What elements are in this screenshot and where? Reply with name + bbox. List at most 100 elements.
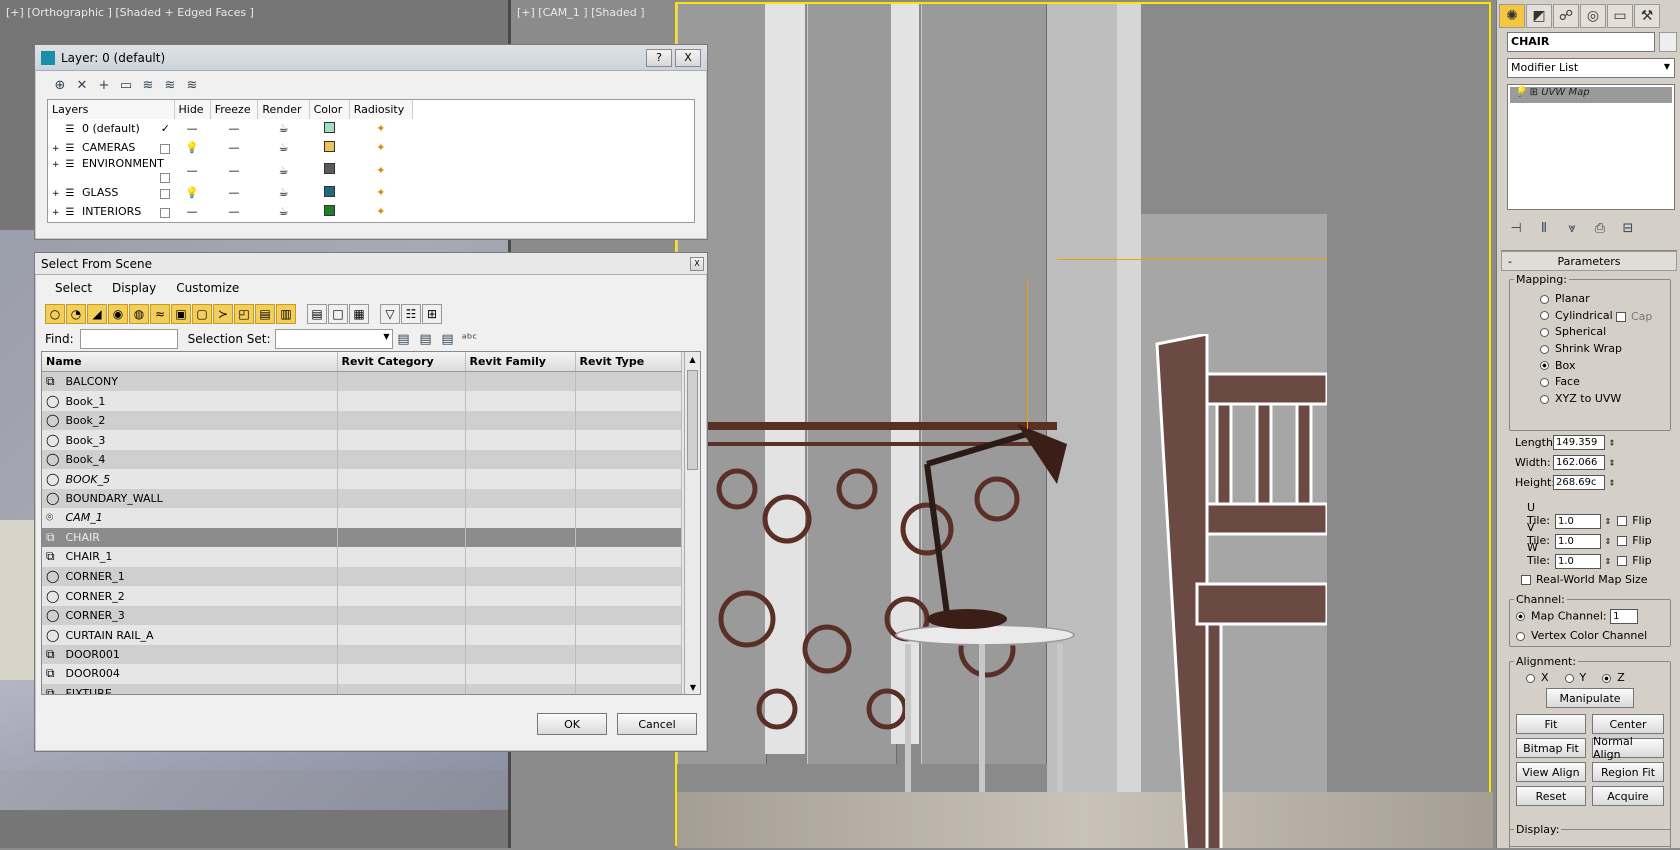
spinner-arrows-icon[interactable]: ⇕	[1605, 557, 1612, 566]
object-name-cell[interactable]: ⧉ DOOR004	[42, 664, 338, 684]
freeze-toggle[interactable]: —	[210, 202, 258, 221]
length-spinner[interactable]: 149.359	[1553, 435, 1605, 450]
object-row[interactable]: ◯ Book_4	[42, 449, 682, 469]
object-name-cell[interactable]: ◯ Book_2	[42, 410, 338, 430]
mapping-radio[interactable]	[1540, 311, 1549, 321]
active-layer-check[interactable]	[160, 208, 170, 218]
hide-toggle[interactable]: —	[174, 119, 210, 138]
layer-name-cell[interactable]: ☰ 0 (default) ✓	[48, 119, 174, 138]
hierarchy-icon[interactable]: ☷	[401, 304, 421, 324]
col-render[interactable]: Render	[257, 100, 310, 119]
object-row[interactable]: ⧉ BALCONY	[42, 371, 682, 391]
hide-toggle[interactable]: —	[174, 157, 210, 183]
realworld-checkbox[interactable]: Real-World Map Size	[1521, 573, 1648, 586]
layer-color-swatch[interactable]	[309, 202, 349, 221]
col-radiosity[interactable]: Radiosity	[349, 100, 414, 119]
map-channel-spinner[interactable]: 1	[1610, 609, 1639, 624]
layer-list[interactable]: Layers Hide Freeze Render Color Radiosit…	[47, 99, 695, 223]
hierarchy-tab-icon[interactable]: ☍	[1553, 4, 1579, 28]
object-name-cell[interactable]: ◯ CORNER_2	[42, 586, 338, 606]
hide-toggle[interactable]: —	[174, 202, 210, 221]
select-objects-icon[interactable]: ▭	[115, 74, 137, 96]
col-name[interactable]: Name	[42, 352, 338, 372]
mapping-option-planar[interactable]: Planar	[1540, 292, 1622, 309]
vertex-color-radio[interactable]	[1516, 631, 1525, 641]
object-row[interactable]: ◯ CORNER_1	[42, 566, 682, 586]
acquire-button[interactable]: Acquire	[1592, 786, 1664, 806]
object-name-cell[interactable]: ◯ CORNER_3	[42, 605, 338, 625]
object-name-field[interactable]: CHAIR	[1507, 32, 1655, 52]
layer-name-cell[interactable]: + ☰ GLASS	[48, 183, 174, 202]
layer-name-cell[interactable]: + ☰ INTERIORS	[48, 202, 174, 221]
configure-modifier-sets-icon[interactable]: ⊟	[1617, 217, 1639, 239]
spinner-arrows-icon[interactable]: ⇕	[1609, 459, 1616, 468]
center-button[interactable]: Center	[1592, 714, 1664, 734]
dependents-icon[interactable]: ⊞	[422, 304, 442, 324]
object-name-cell[interactable]: ⧉ FIXTURE	[42, 683, 338, 694]
spacewarps-filter-icon[interactable]: ≈	[150, 304, 170, 324]
scroll-thumb[interactable]	[687, 370, 698, 470]
object-row[interactable]: ◯ CORNER_3	[42, 605, 682, 625]
layer-dialog-titlebar[interactable]: Layer: 0 (default) ? X	[35, 45, 707, 71]
find-input[interactable]	[79, 329, 178, 349]
spinner-arrows-icon[interactable]: ⇕	[1609, 439, 1616, 448]
spinner-arrows-icon[interactable]: ⇕	[1609, 479, 1616, 488]
scrollbar[interactable]: ▲ ▼	[684, 352, 700, 694]
frozen-filter-icon[interactable]: ▤	[255, 304, 275, 324]
stack-item-uvw-map[interactable]: 💡 ⊞ UVW Map	[1510, 87, 1672, 103]
mapping-option-xyz-to-uvw[interactable]: XYZ to UVW	[1540, 392, 1622, 409]
mapping-radio[interactable]	[1540, 361, 1549, 371]
radiosity-icon[interactable]: ✦	[349, 138, 412, 157]
parameters-rollout-header[interactable]: - Parameters	[1501, 251, 1677, 271]
geometry-filter-icon[interactable]: ○	[45, 304, 65, 324]
highlight-layer-icon[interactable]: ≋	[137, 74, 159, 96]
expand-icon[interactable]: +	[52, 189, 62, 199]
expand-icon[interactable]: +	[52, 144, 62, 154]
layer-row[interactable]: + ☰ GLASS 💡 — ☕ ✦	[48, 183, 413, 202]
object-row[interactable]: ◯ CURTAIN RAIL_A	[42, 625, 682, 645]
parameters-rollout[interactable]: - Parameters Mapping: Planar Cylindrical S…	[1501, 250, 1677, 850]
active-layer-check[interactable]: ✓	[161, 122, 170, 135]
object-name-cell[interactable]: ◯ Book_4	[42, 449, 338, 469]
lights-filter-icon[interactable]: ◢	[87, 304, 107, 324]
mapping-radio[interactable]	[1540, 327, 1549, 337]
freeze-all-icon[interactable]: ≋	[181, 74, 203, 96]
collapse-icon[interactable]: -	[1508, 252, 1512, 272]
object-row[interactable]: ⧉ DOOR001	[42, 644, 682, 664]
expand-icon[interactable]: +	[52, 208, 62, 218]
object-row[interactable]: ◯ BOUNDARY_WALL	[42, 488, 682, 508]
helpers-filter-icon[interactable]: ◍	[129, 304, 149, 324]
object-color-swatch[interactable]	[1659, 32, 1677, 52]
object-name-cell[interactable]: ◯ BOOK_5	[42, 469, 338, 489]
close-button[interactable]: X	[690, 256, 704, 271]
hide-all-icon[interactable]: ≋	[159, 74, 181, 96]
radiosity-icon[interactable]: ✦	[349, 202, 412, 221]
select-all-icon[interactable]: ▤	[307, 304, 327, 324]
object-row[interactable]: ◯ Book_2	[42, 410, 682, 430]
object-row[interactable]: ◯ Book_3	[42, 430, 682, 450]
select-from-scene-dialog[interactable]: Select From Scene X Select Display Custo…	[34, 252, 708, 752]
object-name-cell[interactable]: ◯ Book_3	[42, 430, 338, 450]
expand-icon[interactable]: ⊞	[1530, 87, 1538, 98]
mapping-radio[interactable]	[1540, 294, 1549, 304]
layer-color-swatch[interactable]	[309, 183, 349, 202]
object-name-cell[interactable]: ◯ CURTAIN RAIL_A	[42, 625, 338, 645]
viewport-label-right[interactable]: [+] [CAM_1 ] [Shaded ]	[517, 6, 645, 19]
object-name-cell[interactable]: ⧉ CHAIR	[42, 527, 338, 547]
col-freeze[interactable]: Freeze	[210, 100, 259, 119]
bones-filter-icon[interactable]: ≻	[213, 304, 233, 324]
mapping-radio[interactable]	[1540, 344, 1549, 354]
object-row[interactable]: ⧉ DOOR004	[42, 664, 682, 684]
cancel-button[interactable]: Cancel	[617, 713, 697, 735]
create-tab-icon[interactable]: ✺	[1499, 4, 1525, 28]
freeze-toggle[interactable]: —	[210, 119, 258, 138]
add-to-layer-icon[interactable]: +	[93, 74, 115, 96]
scroll-down-icon[interactable]: ▼	[685, 680, 700, 694]
command-panel[interactable]: ✺ ◩ ☍ ◎ ▭ ⚒ CHAIR Modifier List ▼ 💡 ⊞ UV…	[1496, 0, 1680, 850]
manipulate-button[interactable]: Manipulate	[1546, 688, 1634, 708]
lightbulb-icon[interactable]: 💡	[1514, 87, 1526, 98]
active-layer-check[interactable]	[160, 144, 170, 154]
shapes-filter-icon[interactable]: ◔	[66, 304, 86, 324]
bitmap-fit-button[interactable]: Bitmap Fit	[1516, 738, 1586, 758]
modifier-list-dropdown[interactable]: Modifier List ▼	[1507, 58, 1675, 78]
